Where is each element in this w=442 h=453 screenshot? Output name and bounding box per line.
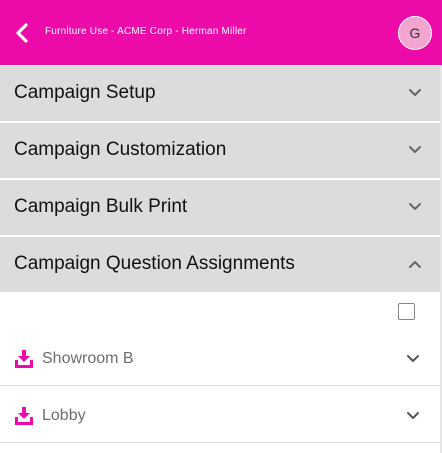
section-label: Campaign Question Assignments <box>14 253 295 274</box>
chevron-down-icon <box>409 146 421 153</box>
section-campaign-setup[interactable]: Campaign Setup <box>0 65 442 121</box>
section-label: Campaign Setup <box>14 82 156 103</box>
list-item-label: Showroom B <box>42 350 134 367</box>
back-button[interactable] <box>12 21 32 45</box>
section-campaign-bulk-print[interactable]: Campaign Bulk Print <box>0 179 442 235</box>
chevron-left-icon <box>16 23 28 43</box>
section-campaign-customization[interactable]: Campaign Customization <box>0 122 442 178</box>
list-item-showroom-b[interactable]: Showroom B <box>0 330 440 386</box>
app-header: Furniture Use - ACME Corp - Herman Mille… <box>0 0 442 65</box>
avatar[interactable]: G <box>398 16 432 50</box>
section-label: Campaign Bulk Print <box>14 196 188 217</box>
list-item-lobby[interactable]: Lobby <box>0 387 440 443</box>
chevron-down-icon <box>409 89 421 96</box>
chevron-down-icon[interactable] <box>406 354 420 364</box>
list-item-label: Lobby <box>42 407 86 424</box>
section-campaign-question-assignments[interactable]: Campaign Question Assignments <box>0 236 442 292</box>
download-tray-icon <box>15 350 33 368</box>
section-label: Campaign Customization <box>14 139 227 160</box>
chevron-down-icon[interactable] <box>406 411 420 421</box>
page-title: Furniture Use - ACME Corp - Herman Mille… <box>45 26 247 37</box>
chevron-down-icon <box>409 203 421 210</box>
download-tray-icon <box>15 407 33 425</box>
chevron-up-icon <box>409 261 421 268</box>
select-all-checkbox[interactable] <box>398 303 415 320</box>
